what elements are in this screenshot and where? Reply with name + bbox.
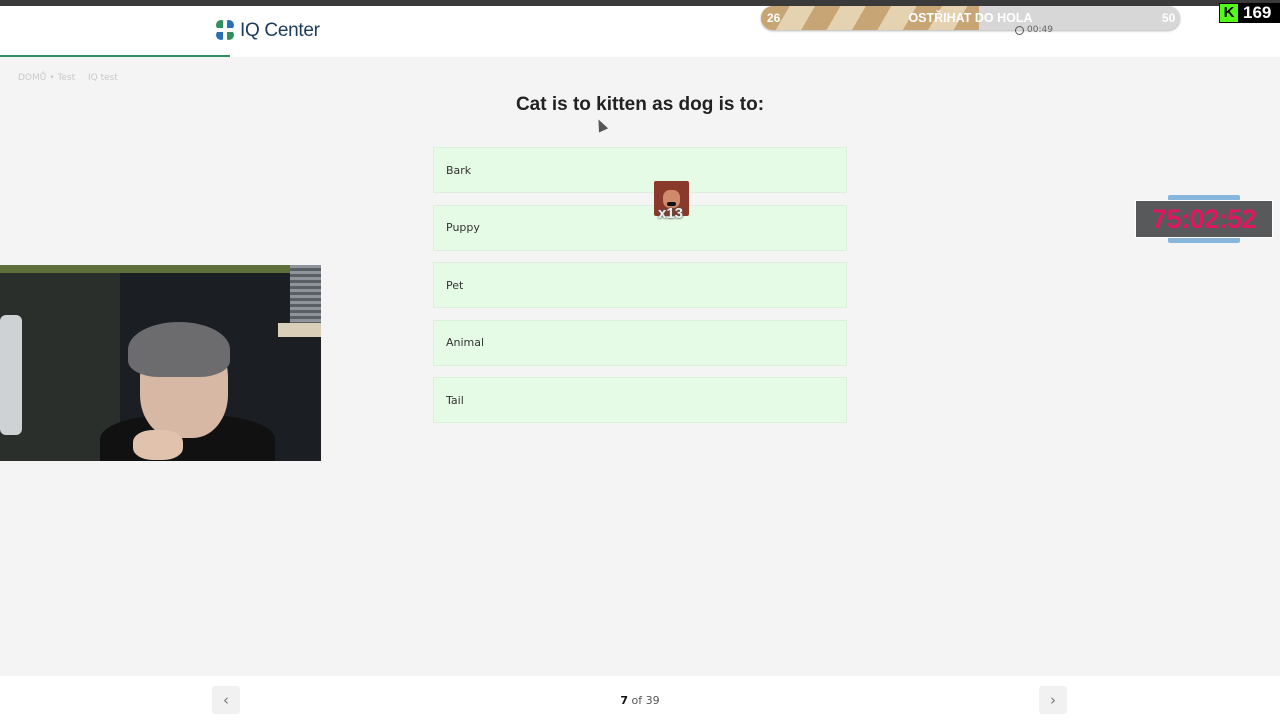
next-question-button[interactable]: › bbox=[1039, 686, 1067, 714]
logo-text: IQ Center bbox=[240, 20, 320, 41]
answer-option[interactable]: Tail bbox=[433, 377, 847, 424]
logo-icon bbox=[214, 18, 236, 44]
site-logo[interactable]: IQ Center bbox=[214, 18, 320, 44]
webcam-shelf bbox=[278, 323, 321, 337]
answer-options: Bark Puppy Pet Animal Tail bbox=[433, 147, 847, 435]
webcam-blinds bbox=[290, 265, 321, 325]
webcam-person-hair bbox=[128, 322, 230, 377]
current-question-number: 7 bbox=[620, 694, 629, 707]
webcam-person-hand bbox=[133, 430, 183, 460]
answer-option[interactable]: Pet bbox=[433, 262, 847, 309]
breadcrumb: DOMŮ • Test IQ test bbox=[18, 73, 128, 83]
quiz-timer: 00:49 bbox=[1015, 25, 1053, 35]
quiz-progress-line bbox=[0, 55, 230, 57]
quiz-timer-value: 00:49 bbox=[1027, 25, 1053, 35]
emote-combo-count: x13 bbox=[658, 205, 684, 222]
total-questions-label: of 39 bbox=[631, 694, 660, 707]
breadcrumb-item[interactable]: IQ test bbox=[88, 73, 118, 83]
streamer-webcam bbox=[0, 265, 321, 461]
goal-end-value: 50 bbox=[1162, 11, 1176, 25]
viewer-count: 169 bbox=[1243, 3, 1272, 22]
answer-option[interactable]: Puppy bbox=[433, 204, 847, 251]
chevron-right-icon: › bbox=[1050, 691, 1056, 709]
question-pager: 7 of 39 bbox=[0, 694, 1280, 707]
breadcrumb-item[interactable]: DOMŮ • Test bbox=[18, 73, 75, 83]
answer-option[interactable]: Bark bbox=[433, 147, 847, 193]
answer-option[interactable]: Animal bbox=[433, 319, 847, 366]
goal-title: OSTŘIHAT DO HOLA bbox=[908, 11, 1033, 25]
alarm-clock-icon bbox=[1015, 25, 1024, 35]
webcam-chair bbox=[0, 315, 22, 435]
kick-viewer-badge: K 169 bbox=[1219, 3, 1280, 23]
question-text: Cat is to kitten as dog is to: bbox=[515, 94, 765, 115]
subathon-timer: 75:02:52 bbox=[1132, 195, 1276, 243]
webcam-bg bbox=[0, 265, 321, 273]
mouse-cursor-icon bbox=[593, 117, 609, 133]
subathon-timer-value: 75:02:52 bbox=[1135, 200, 1273, 238]
kick-logo-icon: K bbox=[1220, 4, 1238, 22]
